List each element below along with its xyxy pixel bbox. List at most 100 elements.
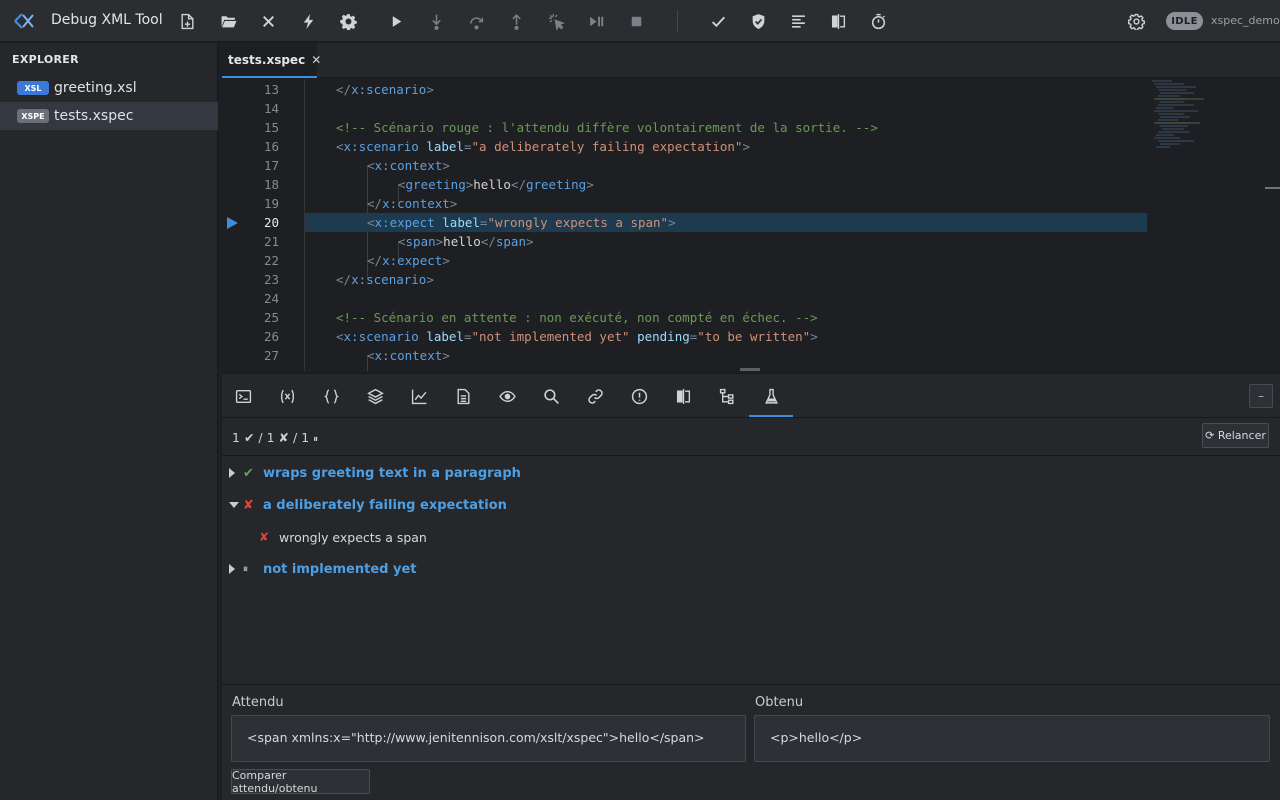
- code-line: 17 <x:context>: [222, 156, 1280, 175]
- stopwatch-icon: [871, 13, 885, 29]
- tab-search[interactable]: [541, 386, 561, 406]
- app-title: Debug XML Tool: [51, 12, 163, 28]
- code-comment: <!-- Scénario rouge : l'attendu diffère …: [336, 120, 878, 135]
- tab-tests[interactable]: [761, 386, 781, 406]
- transform-button[interactable]: [296, 9, 320, 33]
- format-button[interactable]: [786, 9, 810, 33]
- xspec-file-icon: XSPE: [17, 109, 49, 123]
- step-into-button[interactable]: [424, 9, 448, 33]
- code-line: 23 </x:scenario>: [222, 270, 1280, 289]
- line-number: 17: [263, 158, 279, 173]
- vertical-scroll-indicator[interactable]: [1265, 187, 1280, 189]
- lightning-icon: [303, 13, 313, 29]
- compare-expected-actual-button[interactable]: Comparer attendu/obtenu: [231, 769, 370, 795]
- explorer-title: EXPLORER: [12, 53, 79, 66]
- horizontal-scrollbar[interactable]: [740, 368, 760, 371]
- bottom-panel: – 1 ✔ / 1 ✘ / 1 ⏸ ⟳ Relancer ✔ wraps gre…: [222, 373, 1280, 800]
- code-line: 16 <x:scenario label="a deliberately fai…: [222, 137, 1280, 156]
- actual-value-field[interactable]: <p>hello</p>: [754, 715, 1270, 762]
- compare-button[interactable]: [826, 9, 850, 33]
- rerun-button[interactable]: ⟳ Relancer: [1202, 423, 1269, 448]
- file-item-tests-xspec[interactable]: XSPE tests.xspec: [0, 102, 218, 130]
- tab-chart[interactable]: [409, 386, 429, 406]
- code-line: 24: [222, 289, 1280, 308]
- tab-tests-xspec[interactable]: tests.xspec ✕: [222, 43, 321, 78]
- tab-links[interactable]: [585, 386, 605, 406]
- code-line: 18 <greeting>hello</greeting>: [222, 175, 1280, 194]
- stop-button[interactable]: [624, 9, 648, 33]
- scenario-label[interactable]: wraps greeting text in a paragraph: [263, 466, 521, 481]
- chevron-right-icon[interactable]: [229, 564, 235, 574]
- chevron-down-icon[interactable]: [229, 502, 239, 508]
- scenario-row[interactable]: ✔ wraps greeting text in a paragraph: [222, 460, 1280, 486]
- expected-label: Attendu: [232, 695, 284, 710]
- code-editor[interactable]: 13 </x:scenario> 14 15 <!-- Scénario rou…: [222, 79, 1280, 371]
- line-number: 21: [263, 234, 279, 249]
- tab-watch[interactable]: [497, 386, 517, 406]
- check-icon: [711, 16, 725, 27]
- settings-button[interactable]: [336, 9, 360, 33]
- pending-icon: ⏸: [243, 563, 248, 575]
- tab-label: tests.xspec: [228, 52, 306, 67]
- tab-json[interactable]: [321, 386, 341, 406]
- braces-icon: [323, 388, 339, 404]
- scenario-label[interactable]: not implemented yet: [263, 562, 417, 577]
- align-left-icon: [791, 14, 805, 28]
- panel-collapse-button[interactable]: –: [1249, 384, 1273, 408]
- step-out-button[interactable]: [504, 9, 528, 33]
- step-over-button[interactable]: [464, 9, 488, 33]
- line-number: 22: [263, 253, 279, 268]
- run-button[interactable]: [384, 9, 408, 33]
- line-number: 16: [263, 139, 279, 154]
- file-item-greeting-xsl[interactable]: XSL greeting.xsl: [0, 74, 218, 102]
- tab-problems[interactable]: [629, 386, 649, 406]
- code-text: </x:scenario>: [336, 272, 434, 287]
- tab-document[interactable]: [453, 386, 473, 406]
- document-icon: [456, 388, 470, 404]
- tab-close-icon[interactable]: ✕: [311, 53, 321, 67]
- new-file-button[interactable]: [175, 9, 199, 33]
- file-name: greeting.xsl: [54, 80, 137, 96]
- validate-button[interactable]: [706, 9, 730, 33]
- tab-terminal[interactable]: [233, 386, 253, 406]
- tab-layers[interactable]: [365, 386, 385, 406]
- code-text: <x:context>: [367, 158, 450, 173]
- tab-tree[interactable]: [717, 386, 737, 406]
- line-number: 18: [263, 177, 279, 192]
- open-folder-button[interactable]: [216, 9, 240, 33]
- code-line: 15 <!-- Scénario rouge : l'attendu diffè…: [222, 118, 1280, 137]
- run-to-cursor-button[interactable]: [544, 9, 568, 33]
- new-file-icon: [180, 13, 194, 29]
- tab-compare[interactable]: [673, 386, 693, 406]
- continue-button[interactable]: [584, 9, 608, 33]
- eye-icon: [498, 390, 516, 402]
- expect-row[interactable]: ✘ wrongly expects a span: [222, 524, 1280, 550]
- shield-check-icon: [752, 13, 764, 29]
- code-line: 22 </x:expect>: [222, 251, 1280, 270]
- active-tab-indicator: [749, 415, 793, 417]
- app-settings-button[interactable]: [1124, 9, 1148, 33]
- line-number: 19: [263, 196, 279, 211]
- file-name: tests.xspec: [54, 108, 134, 124]
- close-button[interactable]: [256, 9, 280, 33]
- gear-icon: [339, 13, 357, 30]
- timer-button[interactable]: [866, 9, 890, 33]
- scenario-label[interactable]: a deliberately failing expectation: [263, 498, 507, 513]
- scenario-row[interactable]: ✘ a deliberately failing expectation: [222, 492, 1280, 518]
- test-summary-bar: 1 ✔ / 1 ✘ / 1 ⏸ ⟳ Relancer: [222, 419, 1280, 456]
- expected-value-field[interactable]: <span xmlns:x="http://www.jenitennison.c…: [231, 715, 746, 762]
- code-text: <x:expect label="wrongly expects a span"…: [367, 215, 676, 230]
- xsl-file-icon: XSL: [17, 81, 49, 95]
- chevron-right-icon[interactable]: [229, 468, 235, 478]
- code-text: </x:context>: [367, 196, 458, 211]
- test-summary: 1 ✔ / 1 ✘ / 1 ⏸: [232, 430, 319, 445]
- line-number: 23: [263, 272, 279, 287]
- tab-variables[interactable]: [277, 386, 297, 406]
- editor-tab-bar: tests.xspec ✕: [222, 43, 1280, 78]
- schema-check-button[interactable]: [746, 9, 770, 33]
- code-line: 27 <x:context>: [222, 346, 1280, 365]
- line-number: 15: [263, 120, 279, 135]
- expect-label[interactable]: wrongly expects a span: [279, 530, 427, 545]
- code-minimap[interactable]: [1150, 79, 1236, 159]
- scenario-row[interactable]: ⏸ not implemented yet: [222, 556, 1280, 582]
